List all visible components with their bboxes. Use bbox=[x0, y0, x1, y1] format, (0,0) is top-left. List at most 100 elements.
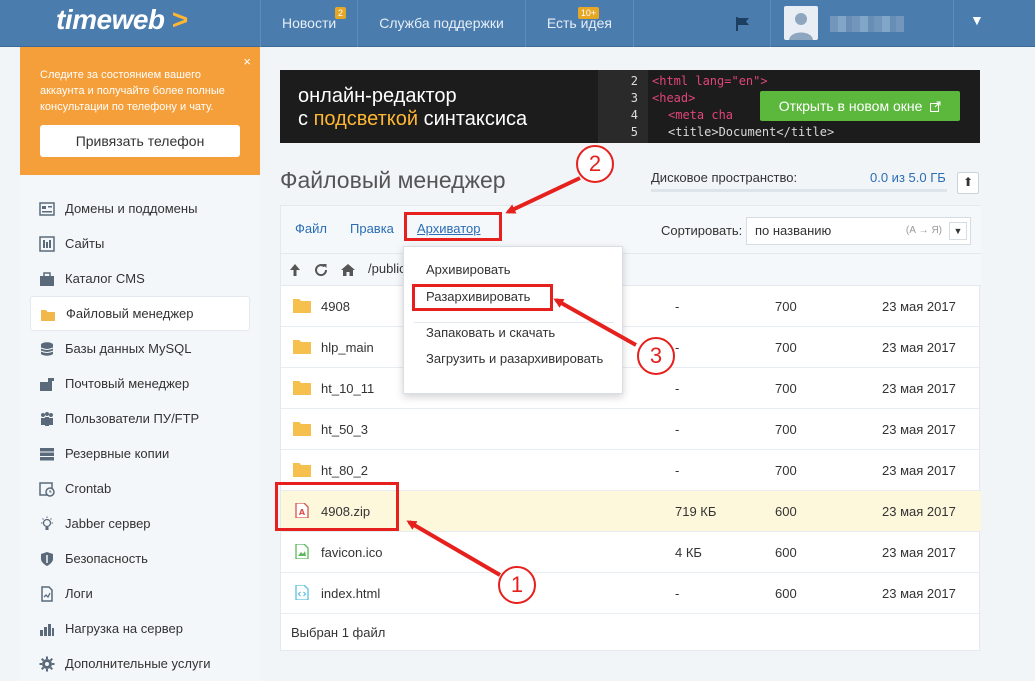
refresh-icon[interactable] bbox=[313, 262, 329, 278]
folder-icon bbox=[293, 463, 311, 477]
divider bbox=[953, 0, 954, 47]
file-permissions: 700 bbox=[775, 340, 797, 355]
file-size: - bbox=[675, 340, 680, 355]
annotation-2: 2 bbox=[576, 145, 614, 183]
sidebar-item-mail[interactable]: Почтовый менеджер bbox=[30, 366, 250, 401]
bulb-icon bbox=[41, 516, 53, 530]
page-title: Файловый менеджер bbox=[280, 167, 506, 193]
home-icon[interactable] bbox=[340, 262, 356, 278]
current-path[interactable]: /public bbox=[368, 261, 406, 276]
sidebar-item-mysql[interactable]: Базы данных MySQL bbox=[30, 331, 250, 366]
file-name[interactable]: 4908 bbox=[321, 299, 350, 314]
shield-icon bbox=[41, 552, 53, 566]
domains-icon bbox=[39, 202, 55, 216]
file-date: 23 мая 2017 bbox=[882, 381, 956, 396]
file-size: - bbox=[675, 381, 680, 396]
user-avatar-icon[interactable] bbox=[784, 6, 818, 40]
sites-icon bbox=[39, 236, 55, 252]
top-nav: Новости 2 Служба поддержки Есть идея 10+ bbox=[260, 0, 634, 47]
close-icon[interactable]: × bbox=[243, 54, 251, 69]
nav-news[interactable]: Новости 2 bbox=[260, 0, 357, 47]
file-date: 23 мая 2017 bbox=[882, 545, 956, 560]
sidebar-item-crontab[interactable]: Crontab bbox=[30, 471, 250, 506]
folder-icon bbox=[293, 299, 311, 313]
backup-icon bbox=[40, 448, 54, 461]
user-name-blurred[interactable] bbox=[830, 16, 904, 32]
file-date: 23 мая 2017 bbox=[882, 504, 956, 519]
banner-line1: онлайн-редактор bbox=[298, 85, 457, 107]
file-size: - bbox=[675, 422, 680, 437]
external-link-icon bbox=[930, 101, 941, 112]
file-date: 23 мая 2017 bbox=[882, 586, 956, 601]
sidebar-item-extra-services[interactable]: Дополнительные услуги bbox=[30, 646, 250, 681]
sidebar-item-server-load[interactable]: Нагрузка на сервер bbox=[30, 611, 250, 646]
menu-file[interactable]: Файл bbox=[295, 221, 327, 236]
menu-item-upload-unarchive[interactable]: Загрузить и разархивировать bbox=[426, 351, 603, 366]
file-row[interactable]: 4908 - 700 23 мая 2017 bbox=[281, 286, 981, 327]
menu-item-pack-download[interactable]: Запаковать и скачать bbox=[426, 325, 555, 340]
flag-icon[interactable] bbox=[734, 15, 752, 33]
logo[interactable]: timeweb > bbox=[56, 4, 188, 36]
divider bbox=[770, 0, 771, 47]
file-permissions: 600 bbox=[775, 504, 797, 519]
editor-banner[interactable]: онлайн-редактор с подсветкой синтаксиса … bbox=[280, 70, 980, 143]
nav-support[interactable]: Служба поддержки bbox=[357, 0, 525, 47]
sort-select[interactable]: по названию (А → Я) ▼ bbox=[746, 217, 971, 245]
folder-icon bbox=[293, 422, 311, 436]
open-new-window-button[interactable]: Открыть в новом окне bbox=[760, 91, 960, 121]
file-name[interactable]: hlp_main bbox=[321, 340, 374, 355]
path-bar: /public bbox=[281, 254, 981, 286]
bind-phone-button[interactable]: Привязать телефон bbox=[40, 125, 240, 157]
nav-ideas[interactable]: Есть идея 10+ bbox=[524, 0, 634, 47]
sidebar-item-security[interactable]: Безопасность bbox=[30, 541, 250, 576]
cms-icon bbox=[40, 272, 54, 286]
gear-icon bbox=[39, 656, 55, 672]
sidebar-item-file-manager[interactable]: Файловый менеджер bbox=[30, 296, 250, 331]
sidebar-item-sites[interactable]: Сайты bbox=[30, 226, 250, 261]
file-name[interactable]: index.html bbox=[321, 586, 380, 601]
clock-icon bbox=[39, 482, 55, 497]
file-name[interactable]: favicon.ico bbox=[321, 545, 382, 560]
file-permissions: 700 bbox=[775, 422, 797, 437]
file-row[interactable]: ht_10_11 - 700 23 мая 2017 bbox=[281, 368, 981, 409]
chevron-down-icon[interactable]: ▼ bbox=[949, 222, 967, 240]
folder-icon bbox=[293, 381, 311, 395]
selection-status: Выбран 1 файл bbox=[291, 625, 386, 640]
folder-icon bbox=[293, 340, 311, 354]
image-file-icon bbox=[295, 544, 309, 559]
sidebar-item-logs[interactable]: Логи bbox=[30, 576, 250, 611]
news-badge: 2 bbox=[335, 7, 347, 19]
sidebar-item-ftp-users[interactable]: Пользователи ПУ/FTP bbox=[30, 401, 250, 436]
file-permissions: 600 bbox=[775, 545, 797, 560]
disk-usage-bar bbox=[651, 189, 947, 192]
sidebar-item-jabber[interactable]: Jabber сервер bbox=[30, 506, 250, 541]
file-permissions: 700 bbox=[775, 299, 797, 314]
file-row[interactable]: hlp_main - 700 23 мая 2017 bbox=[281, 327, 981, 368]
chevron-down-icon[interactable]: ▼ bbox=[970, 12, 984, 28]
file-row[interactable]: index.html - 600 23 мая 2017 bbox=[281, 573, 981, 614]
file-size: - bbox=[675, 463, 680, 478]
sidebar-item-cms[interactable]: Каталог CMS bbox=[30, 261, 250, 296]
file-size: - bbox=[675, 586, 680, 601]
ideas-badge: 10+ bbox=[577, 7, 600, 19]
file-name[interactable]: ht_80_2 bbox=[321, 463, 368, 478]
upload-button[interactable]: ⬆ bbox=[957, 172, 979, 194]
file-name[interactable]: ht_50_3 bbox=[321, 422, 368, 437]
annotation-1: 1 bbox=[498, 566, 536, 604]
folder-icon bbox=[41, 310, 55, 321]
highlight-unarchive bbox=[412, 284, 553, 311]
menu-edit[interactable]: Правка bbox=[350, 221, 394, 236]
disk-space-value[interactable]: 0.0 из 5.0 ГБ bbox=[870, 170, 946, 185]
highlight-zip-file bbox=[275, 482, 399, 531]
file-row[interactable]: favicon.ico 4 КБ 600 23 мая 2017 bbox=[281, 532, 981, 573]
sidebar-item-domains[interactable]: Домены и поддомены bbox=[30, 191, 250, 226]
file-row[interactable]: ht_50_3 - 700 23 мая 2017 bbox=[281, 409, 981, 450]
file-size: 719 КБ bbox=[675, 504, 717, 519]
sidebar-item-backups[interactable]: Резервные копии bbox=[30, 436, 250, 471]
menu-item-archive[interactable]: Архивировать bbox=[426, 262, 511, 277]
chart-icon bbox=[40, 624, 54, 636]
file-date: 23 мая 2017 bbox=[882, 422, 956, 437]
file-name[interactable]: ht_10_11 bbox=[321, 381, 374, 396]
arrow-up-icon[interactable] bbox=[287, 262, 303, 278]
file-list: 4908 - 700 23 мая 2017 hlp_main - 700 23 мая 20… bbox=[281, 286, 981, 614]
